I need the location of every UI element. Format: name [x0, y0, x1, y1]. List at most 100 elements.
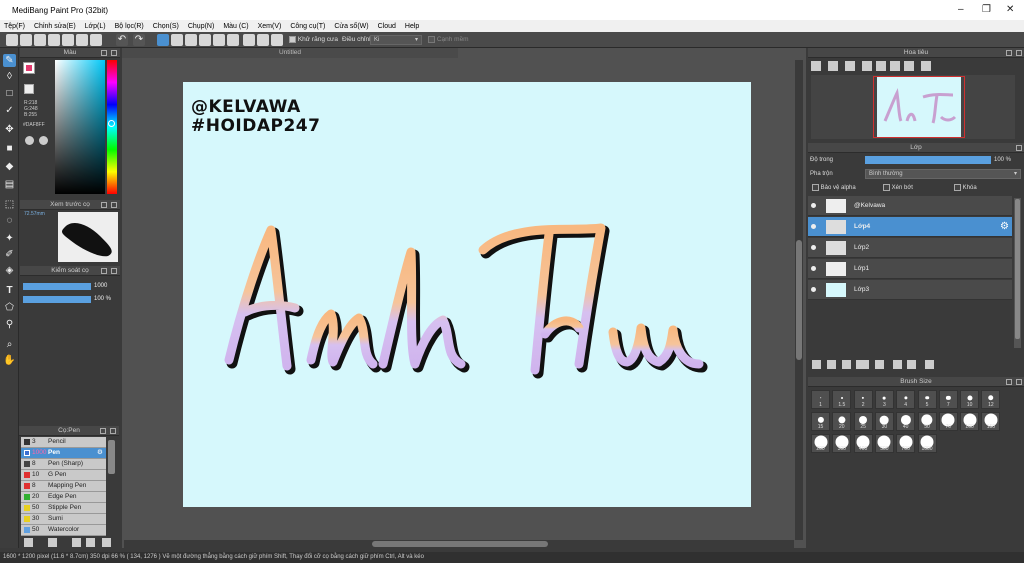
delete-icon[interactable] [76, 34, 88, 46]
visibility-eye-icon[interactable] [811, 245, 816, 250]
color-history-icon[interactable] [39, 136, 48, 145]
brush-item-pencil[interactable]: 3 Pencil [21, 437, 106, 448]
brush-list-scrollbar[interactable] [108, 440, 115, 474]
horizontal-scrollbar[interactable] [124, 540, 794, 548]
drawing-canvas[interactable]: @KELVAWA #HOIDAP247 [183, 82, 751, 507]
panel-close-icon[interactable] [1016, 145, 1022, 151]
folder-icon[interactable] [86, 538, 95, 547]
panel-float-icon[interactable] [101, 202, 107, 208]
trash-icon[interactable] [925, 360, 934, 369]
primary-color-swatch[interactable] [23, 62, 35, 74]
panel-close-icon[interactable] [110, 428, 116, 434]
brush-size-option[interactable]: 30 [874, 412, 894, 431]
visibility-eye-icon[interactable] [811, 287, 816, 292]
brush-size-option[interactable]: 2 [853, 390, 873, 409]
blend-mode-dropdown[interactable]: Bình thường ▾ [865, 169, 1021, 179]
layer-folder-icon[interactable] [875, 360, 884, 369]
brush-size-option[interactable]: 50 [917, 412, 937, 431]
fill-rect-tool-icon[interactable]: ■ [3, 142, 16, 155]
rotate-left-icon[interactable] [876, 61, 886, 71]
panel-float-icon[interactable] [100, 428, 106, 434]
visibility-eye-icon[interactable] [811, 224, 816, 229]
flip-horizontal-icon[interactable] [921, 61, 931, 71]
panel-float-icon[interactable] [101, 50, 107, 56]
deselect-icon[interactable] [171, 34, 183, 46]
brush-size-option[interactable]: 7 [938, 390, 958, 409]
text-tool-icon[interactable]: T [3, 284, 16, 297]
brush-size-option[interactable]: 200 [811, 434, 830, 453]
select-tool-icon[interactable]: ⬚ [3, 198, 16, 211]
layer-opacity-slider[interactable] [865, 156, 991, 164]
brush-size-option[interactable]: 40 [896, 412, 916, 431]
maximize-icon[interactable]: ❐ [982, 4, 991, 15]
brush-size-option[interactable]: 12 [981, 390, 1001, 409]
navigator-preview[interactable] [811, 75, 1015, 139]
clip-toggle[interactable]: Xén bớt [883, 184, 913, 191]
operation-tool-icon[interactable]: ⬠ [3, 301, 16, 314]
vertical-scrollbar[interactable] [795, 60, 803, 540]
brush-size-option[interactable]: 400 [853, 434, 873, 453]
brush-size-option[interactable]: 20 [832, 412, 852, 431]
rectangle-tool-icon[interactable]: □ [3, 87, 16, 100]
layer-row[interactable]: Lớp3 [808, 280, 1012, 300]
merge-layer-icon[interactable] [907, 360, 916, 369]
circle-icon[interactable] [227, 34, 239, 46]
rotate-icon[interactable] [213, 34, 225, 46]
flip-icon[interactable] [199, 34, 211, 46]
brush-item-g-pen[interactable]: 10 G Pen [21, 470, 106, 481]
soft-edge-toggle[interactable]: Cạnh mềm [428, 36, 469, 43]
brush-tool-icon[interactable]: ✎ [3, 54, 16, 67]
menu-select[interactable]: Chọn(S) [153, 23, 179, 30]
add-layer-menu-icon[interactable] [856, 360, 869, 369]
close-icon[interactable]: ✕ [1006, 4, 1014, 15]
lasso-tool-icon[interactable]: ◌ [3, 214, 16, 227]
menu-file[interactable]: Tệp(F) [4, 23, 25, 30]
reset-rotation-icon[interactable] [904, 61, 914, 71]
brush-size-option[interactable]: 5 [917, 390, 937, 409]
export-icon[interactable] [62, 34, 74, 46]
rotate-right-icon[interactable] [890, 61, 900, 71]
brush-size-option[interactable]: 100 [960, 412, 980, 431]
eraser-tool-icon[interactable]: ◊ [3, 70, 16, 83]
panel-float-icon[interactable] [1006, 379, 1012, 385]
panel-float-icon[interactable] [101, 268, 107, 274]
layer-scrollbar[interactable] [1014, 198, 1021, 348]
eyedropper-icon[interactable]: ⚲ [3, 318, 16, 331]
lock-toggle[interactable]: Khóa [954, 184, 977, 191]
zoom-out-icon[interactable] [828, 61, 838, 71]
invert-selection-icon[interactable] [185, 34, 197, 46]
document-tab[interactable]: Untitled [122, 48, 458, 58]
panel-close-icon[interactable] [111, 202, 117, 208]
magic-wand-icon[interactable]: ✦ [3, 232, 16, 245]
visibility-eye-icon[interactable] [811, 266, 816, 271]
gear-icon[interactable] [257, 34, 269, 46]
brush-size-slider[interactable] [23, 283, 91, 290]
layer-row[interactable]: Lớp4 ⚙ [808, 217, 1012, 237]
brush-item-watercolor[interactable]: 50 Watercolor [21, 525, 106, 536]
transparent-color-swatch[interactable] [24, 84, 34, 94]
layer-row[interactable]: @Kelvawa [808, 196, 1012, 216]
new-layer-icon[interactable] [812, 360, 821, 369]
check-tool-icon[interactable]: ✓ [3, 104, 16, 117]
panel-close-icon[interactable] [111, 50, 117, 56]
brush-size-option[interactable]: 3 [874, 390, 894, 409]
layer-row[interactable]: Lớp2 [808, 238, 1012, 258]
menu-window[interactable]: Cửa sổ(W) [334, 23, 368, 30]
select-all-icon[interactable] [157, 34, 169, 46]
new-halftone-layer-icon[interactable] [827, 360, 836, 369]
gradient-tool-icon[interactable]: ▤ [3, 178, 16, 191]
antialias-toggle[interactable]: Khử răng cưa [289, 36, 338, 43]
save-icon[interactable] [34, 34, 46, 46]
brush-size-option[interactable]: 15 [811, 412, 830, 431]
copy-brush-icon[interactable] [72, 538, 81, 547]
menu-filter[interactable]: Bộ lọc(R) [115, 23, 144, 30]
layer-settings-gear-icon[interactable]: ⚙ [1000, 221, 1009, 232]
brush-item-stipple-pen[interactable]: 50 Stipple Pen [21, 503, 106, 514]
settings-icon[interactable] [271, 34, 283, 46]
palette-icon[interactable] [25, 136, 34, 145]
brush-size-option[interactable]: 25 [853, 412, 873, 431]
duplicate-layer-icon[interactable] [893, 360, 902, 369]
panel-float-icon[interactable] [1006, 50, 1012, 56]
brush-item-sumi[interactable]: 30 Sumi [21, 514, 106, 525]
brush-settings-gear-icon[interactable]: ⚙ [97, 448, 103, 456]
